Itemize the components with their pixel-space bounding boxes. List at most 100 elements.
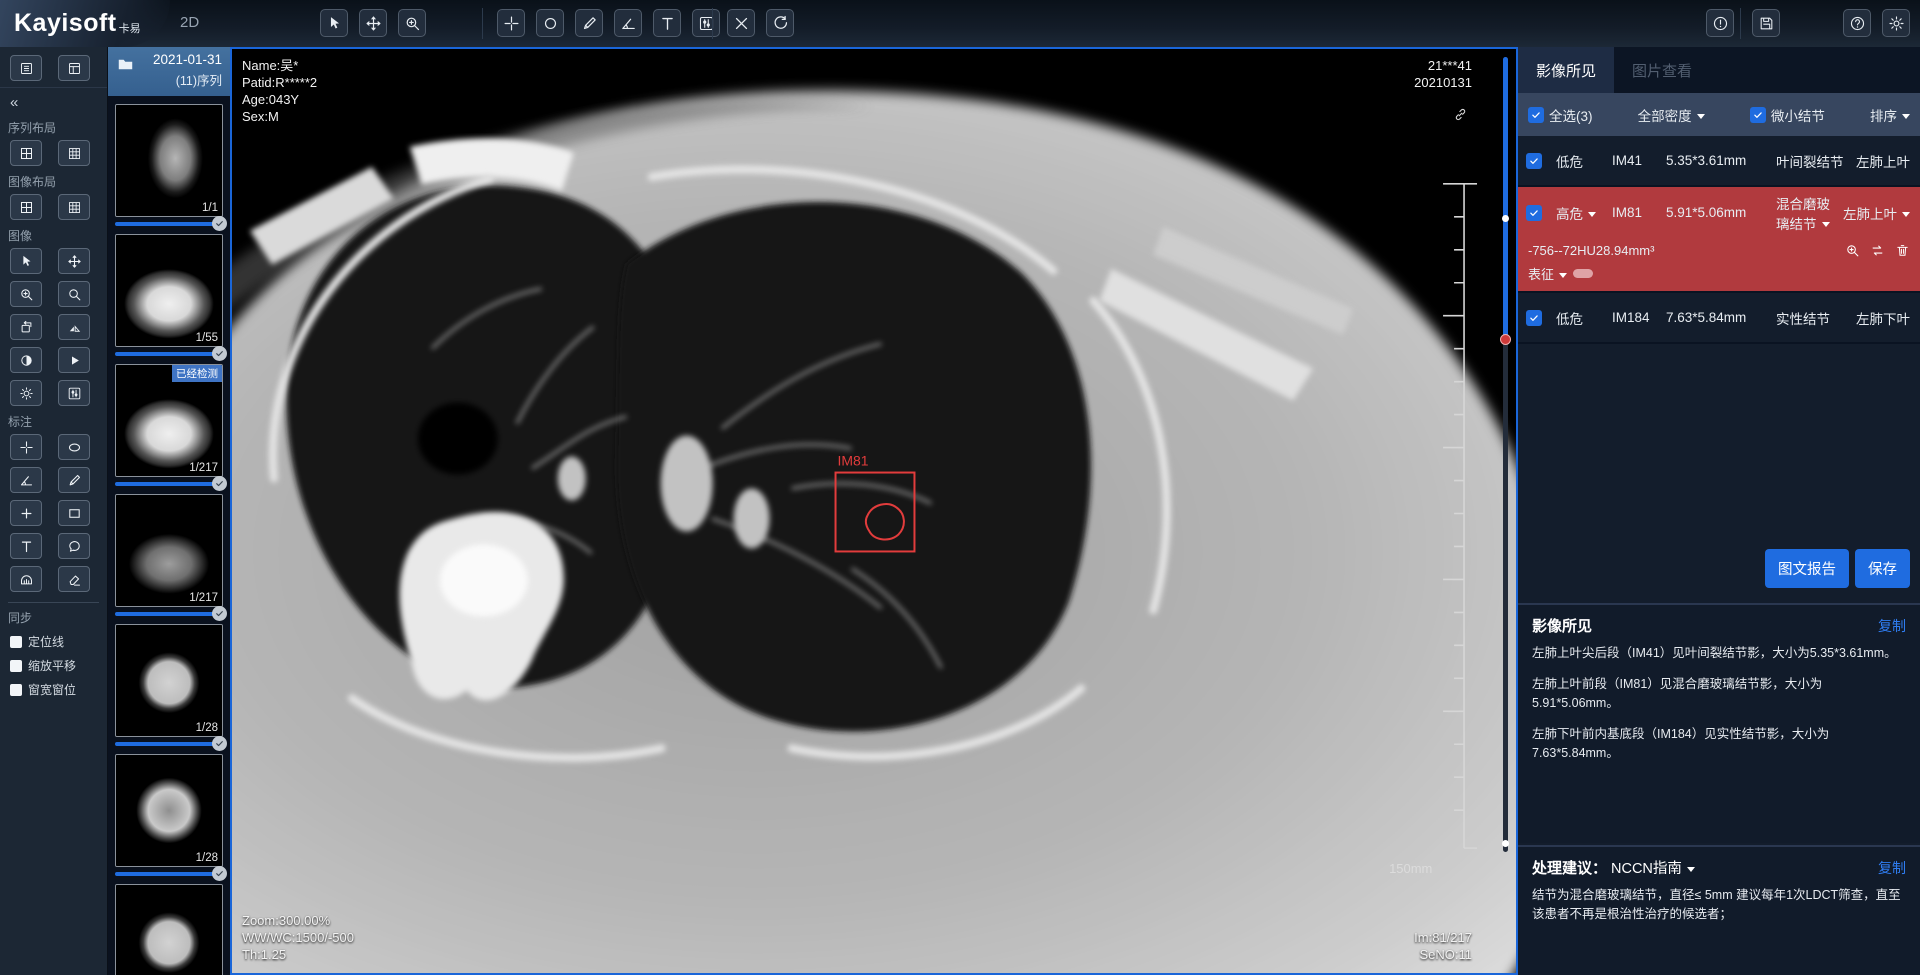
micro-nodule-checkbox[interactable]: [1750, 107, 1766, 123]
angle-tool-button[interactable]: [614, 9, 642, 37]
eraser-button[interactable]: [58, 566, 90, 592]
link-icon[interactable]: [1453, 107, 1468, 127]
left-toolbar: « 序列布局 图像布局 图像: [0, 47, 108, 975]
magnifier-button[interactable]: [58, 281, 90, 307]
nodule-type-dropdown[interactable]: 混合磨玻璃结节: [1776, 193, 1843, 233]
nodule-checkbox[interactable]: [1526, 310, 1542, 326]
zoom-in-button[interactable]: [10, 281, 42, 307]
feature-dropdown[interactable]: 表征: [1528, 264, 1567, 283]
trash-icon[interactable]: [1895, 243, 1910, 258]
invert-button[interactable]: [10, 347, 42, 373]
zoom-pan-checkbox[interactable]: [10, 660, 22, 672]
nodule-checkbox[interactable]: [1526, 205, 1542, 221]
ct-viewport[interactable]: IM81 150mm Name:吴* Patid:R*****2 Age:043…: [230, 47, 1518, 975]
cine-play-button[interactable]: [58, 347, 90, 373]
localizer-checkbox[interactable]: [10, 636, 22, 648]
marker-freehand-button[interactable]: [10, 566, 42, 592]
image-grid-3x3-button[interactable]: [58, 194, 90, 220]
copy-advice-link[interactable]: 复制: [1878, 858, 1906, 878]
sync-option-zoom-pan[interactable]: 缩放平移: [0, 657, 107, 674]
nodule-row-selected[interactable]: 高危 IM81 5.91*5.06mm 混合磨玻璃结节 左肺上叶 -756--7…: [1518, 187, 1920, 293]
pan-button[interactable]: [58, 248, 90, 274]
slice-position-overlay: Im:81/217 SeNO:11: [1414, 929, 1472, 963]
pencil-tool-button[interactable]: [575, 9, 603, 37]
finding-item: 左肺上叶前段（IM81）见混合磨玻璃结节影，大小为5.91*5.06mm。: [1532, 675, 1906, 713]
nodule-location-dropdown[interactable]: 左肺上叶: [1843, 203, 1910, 223]
sort-dropdown[interactable]: 排序: [1870, 105, 1910, 125]
tab-image-findings[interactable]: 影像所见: [1518, 47, 1614, 93]
select-all-checkbox[interactable]: [1528, 107, 1544, 123]
pan-tool-button[interactable]: [359, 9, 387, 37]
marker-text-button[interactable]: [10, 533, 42, 559]
series-grid-3x3-button[interactable]: [58, 140, 90, 166]
guideline-dropdown[interactable]: NCCN指南: [1611, 857, 1695, 878]
settings-button[interactable]: [1882, 9, 1910, 37]
series-thumbnail-active[interactable]: 已经检测 1/217: [115, 364, 223, 477]
series-header[interactable]: 2021-01-31 (11)序列: [108, 47, 230, 96]
reset-button[interactable]: [766, 9, 794, 37]
save-button[interactable]: [1752, 9, 1780, 37]
feature-toggle[interactable]: [1573, 269, 1593, 278]
marker-crosshair-button[interactable]: [10, 434, 42, 460]
density-dropdown[interactable]: 全部密度: [1638, 105, 1705, 125]
report-warning-button[interactable]: [1706, 9, 1734, 37]
series-thumbnail[interactable]: 1/28: [115, 624, 223, 737]
series-thumbnail[interactable]: 1/28: [115, 754, 223, 867]
marker-cross-button[interactable]: [10, 500, 42, 526]
delete-annotation-button[interactable]: [727, 9, 755, 37]
compare-icon[interactable]: [1870, 243, 1885, 258]
series-layout-button[interactable]: [58, 55, 90, 81]
slice-scrollbar[interactable]: [1503, 57, 1508, 852]
locate-nodule-icon[interactable]: [1845, 243, 1860, 258]
collapse-panel-button[interactable]: «: [0, 88, 107, 113]
current-slice-handle[interactable]: [1500, 334, 1511, 345]
brightness-button[interactable]: [10, 380, 42, 406]
ct-thumbnail-image: [116, 495, 222, 606]
ct-image[interactable]: IM81 150mm: [232, 49, 1516, 973]
micro-nodule-label[interactable]: 微小结节: [1771, 105, 1825, 125]
crosshair-tool-button[interactable]: [497, 9, 525, 37]
series-thumbnail[interactable]: 1/1: [115, 104, 223, 217]
marker-ruler-button[interactable]: [58, 467, 90, 493]
help-button[interactable]: [1843, 9, 1871, 37]
marker-rectangle-button[interactable]: [58, 500, 90, 526]
series-thumbnail[interactable]: [115, 884, 223, 975]
pointer-tool-button[interactable]: [320, 9, 348, 37]
window-checkbox[interactable]: [10, 684, 22, 696]
series-grid-2x2-button[interactable]: [10, 140, 42, 166]
save-findings-button[interactable]: 保存: [1855, 549, 1910, 588]
marker-ellipse-button[interactable]: [58, 434, 90, 460]
circle-tool-button[interactable]: [536, 9, 564, 37]
nodule-risk-dropdown[interactable]: 高危: [1556, 203, 1612, 223]
rotate-image-button[interactable]: [10, 314, 42, 340]
tab-image-view[interactable]: 图片查看: [1614, 47, 1710, 93]
nodule-id: IM81: [1612, 205, 1666, 220]
report-button[interactable]: 图文报告: [1765, 549, 1849, 588]
flip-button[interactable]: [58, 314, 90, 340]
series-list-button[interactable]: [10, 55, 42, 81]
help-settings-group: [1843, 9, 1910, 37]
copy-findings-link[interactable]: 复制: [1878, 616, 1906, 636]
series-thumbnail[interactable]: 1/55: [115, 234, 223, 347]
marker-angle-button[interactable]: [10, 467, 42, 493]
nodule-risk: 低危: [1556, 308, 1612, 328]
scale-label: 150mm: [1389, 861, 1432, 876]
study-date: 20210131: [1414, 74, 1472, 91]
toolbar-group-actions: [727, 9, 794, 37]
marker-comment-button[interactable]: [58, 533, 90, 559]
window-level-tool-button[interactable]: [692, 9, 720, 37]
nodule-row[interactable]: 低危 IM41 5.35*3.61mm 叶间裂结节 左肺上叶: [1518, 136, 1920, 187]
text-tool-button[interactable]: [653, 9, 681, 37]
ct-thumbnail-image: [116, 235, 222, 346]
pointer-button[interactable]: [10, 248, 42, 274]
image-grid-2x2-button[interactable]: [10, 194, 42, 220]
window-preset-button[interactable]: [58, 380, 90, 406]
head-ct-thumbnail-image: [116, 625, 222, 736]
sync-option-localizer[interactable]: 定位线: [0, 633, 107, 650]
select-all-label[interactable]: 全选(3): [1549, 105, 1593, 125]
series-thumbnail[interactable]: 1/217: [115, 494, 223, 607]
nodule-row[interactable]: 低危 IM184 7.63*5.84mm 实性结节 左肺下叶: [1518, 293, 1920, 344]
zoom-in-tool-button[interactable]: [398, 9, 426, 37]
sync-option-window[interactable]: 窗宽窗位: [0, 681, 107, 698]
nodule-checkbox[interactable]: [1526, 153, 1542, 169]
